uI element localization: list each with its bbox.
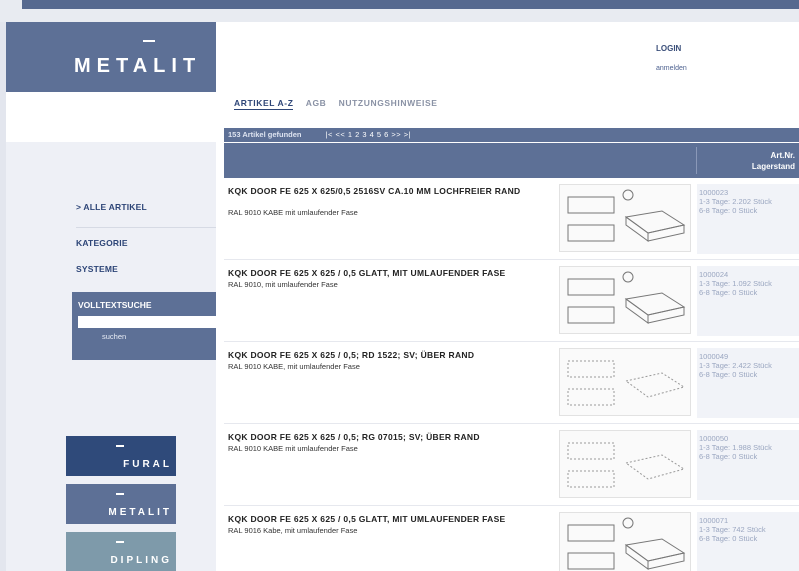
tab-agb[interactable]: AGB [306,98,327,108]
results-bar: 153 Artikel gefunden |< << 1 2 3 4 5 6 >… [224,128,799,142]
product-row: KQK DOOR FE 625 X 625 / 0,5; RD 1522; SV… [224,344,799,424]
results-count: 153 Artikel gefunden [228,130,302,139]
tab-bar: ARTIKEL A-Z AGB NUTZUNGSHINWEISE [234,98,448,110]
sidebar-item-systems[interactable]: SYSTEME [76,264,118,274]
product-description: RAL 9010 KABE mit umlaufender Fase [228,208,358,217]
article-number: 1000049 [699,352,729,361]
stock-6-8-days: 6-8 Tage: 0 Stück [699,288,758,297]
product-drawing[interactable] [559,266,691,334]
tab-usage-notes[interactable]: NUTZUNGSHINWEISE [339,98,438,108]
product-description: RAL 9010 KABE, mit umlaufender Fase [228,362,360,371]
stock-info: 1000049 1-3 Tage: 2.422 Stück 6-8 Tage: … [699,352,772,379]
product-row: KQK DOOR FE 625 X 625 / 0,5 GLATT, MIT U… [224,262,799,342]
product-description: RAL 9010, mit umlaufender Fase [228,280,338,289]
search-button[interactable]: suchen [102,332,126,341]
product-row: KQK DOOR FE 625 X 625 / 0,5; RG 07015; S… [224,426,799,506]
sidebar-divider [76,227,216,228]
product-description: RAL 9010 KABE mit umlaufender Fase [228,444,358,453]
product-drawing[interactable] [559,430,691,498]
tab-articles-az[interactable]: ARTIKEL A-Z [234,98,294,110]
product-drawing-icon [567,189,686,242]
brand-metalit[interactable]: METALIT [66,484,176,524]
sidebar-item-category[interactable]: KATEGORIE [76,238,128,248]
stock-6-8-days: 6-8 Tage: 0 Stück [699,452,758,461]
pagination[interactable]: |< << 1 2 3 4 5 6 >> >| [326,130,411,139]
stock-info: 1000071 1-3 Tage: 742 Stück 6-8 Tage: 0 … [699,516,766,543]
top-band [22,0,799,9]
product-drawing[interactable] [559,184,691,252]
brand-name: FURAL [123,459,172,470]
fulltext-search-panel: VOLLTEXTSUCHE suchen [72,292,216,360]
product-drawing-icon [567,360,686,406]
top-strip [0,0,799,22]
stock-6-8-days: 6-8 Tage: 0 Stück [699,206,758,215]
product-drawing-icon [567,517,686,570]
search-title: VOLLTEXTSUCHE [78,300,152,310]
stock-1-3-days: 1-3 Tage: 2.202 Stück [699,197,772,206]
product-drawing[interactable] [559,348,691,416]
header-stock: Lagerstand [751,162,795,171]
header-artnr: Art.Nr. [770,151,795,160]
brand-fural[interactable]: FURAL [66,436,176,476]
header-divider [696,147,697,174]
stock-1-3-days: 1-3 Tage: 1.092 Stück [699,279,772,288]
logo-text: METALIT [74,55,202,77]
register-link[interactable]: anmelden [656,65,687,72]
article-number: 1000071 [699,516,729,525]
logo-dash [143,40,155,42]
product-description: RAL 9016 Kabe, mit umlaufender Fase [228,526,358,535]
sidebar-item-all-articles[interactable]: > ALLE ARTIKEL [76,202,147,212]
article-number: 1000023 [699,188,729,197]
stock-info: 1000050 1-3 Tage: 1.988 Stück 6-8 Tage: … [699,434,772,461]
stock-6-8-days: 6-8 Tage: 0 Stück [699,534,758,543]
article-number: 1000050 [699,434,729,443]
product-name[interactable]: KQK DOOR FE 625 X 625/0,5 2516SV CA.10 M… [228,186,528,196]
login-link[interactable]: LOGIN [656,44,681,53]
article-number: 1000024 [699,270,729,279]
product-drawing[interactable] [559,512,691,571]
brand-name: METALIT [108,507,172,518]
product-drawing-icon [567,271,686,324]
brand-dash [116,541,124,543]
product-row: KQK DOOR FE 625 X 625 / 0,5 GLATT, MIT U… [224,508,799,571]
brand-dipling[interactable]: DIPLING [66,532,176,571]
stock-1-3-days: 1-3 Tage: 1.988 Stück [699,443,772,452]
logo-box[interactable]: METALIT [6,22,216,92]
product-row: KQK DOOR FE 625 X 625/0,5 2516SV CA.10 M… [224,180,799,260]
stock-1-3-days: 1-3 Tage: 2.422 Stück [699,361,772,370]
product-drawing-icon [567,442,686,488]
stock-1-3-days: 1-3 Tage: 742 Stück [699,525,766,534]
brand-name: DIPLING [110,555,172,566]
brand-dash [116,493,124,495]
product-name[interactable]: KQK DOOR FE 625 X 625 / 0,5; RD 1522; SV… [228,350,528,360]
product-name[interactable]: KQK DOOR FE 625 X 625 / 0,5 GLATT, MIT U… [228,514,528,524]
table-header: Art.Nr. Lagerstand [224,143,799,178]
stock-info: 1000023 1-3 Tage: 2.202 Stück 6-8 Tage: … [699,188,772,215]
stock-info: 1000024 1-3 Tage: 1.092 Stück 6-8 Tage: … [699,270,772,297]
product-name[interactable]: KQK DOOR FE 625 X 625 / 0,5; RG 07015; S… [228,432,528,442]
main-content: LOGIN anmelden ARTIKEL A-Z AGB NUTZUNGSH… [216,22,799,571]
sidebar-spacer [6,92,216,142]
header-artnr-stock: Art.Nr. Lagerstand [752,150,795,172]
sidebar: METALIT > ALLE ARTIKEL KATEGORIE SYSTEME… [6,22,216,571]
brand-dash [116,445,124,447]
search-input[interactable] [78,316,216,328]
product-name[interactable]: KQK DOOR FE 625 X 625 / 0,5 GLATT, MIT U… [228,268,528,278]
stock-6-8-days: 6-8 Tage: 0 Stück [699,370,758,379]
